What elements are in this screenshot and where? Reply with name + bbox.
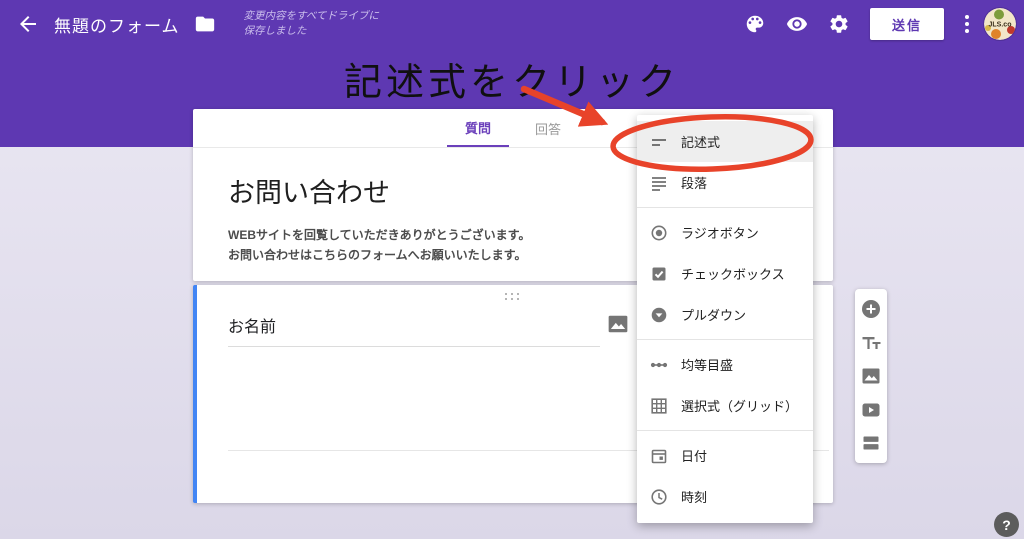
menu-item-checkbox[interactable]: チェックボックス (637, 253, 813, 294)
question-type-menu: 記述式 段落 ラジオボタン チェックボックス プルダウン 均等目盛 選択式（グリ… (637, 115, 813, 523)
grid-icon (651, 397, 667, 414)
floating-toolbar (855, 289, 887, 463)
checkbox-icon (652, 267, 666, 280)
menu-item-label: 選択式（グリッド） (681, 399, 799, 414)
menu-item-label: 時刻 (681, 490, 708, 505)
menu-item-short-answer[interactable]: 記述式 (637, 121, 813, 162)
question-title-input[interactable]: お名前 (228, 313, 600, 347)
add-video-icon[interactable] (861, 400, 881, 420)
svg-text:JLS.co: JLS.co (989, 22, 1012, 29)
form-title[interactable]: お問い合わせ (228, 171, 390, 210)
account-avatar[interactable]: JLS.co (984, 8, 1016, 40)
calendar-icon (651, 449, 667, 463)
paragraph-icon (652, 176, 666, 191)
help-button[interactable]: ? (994, 512, 1019, 537)
annotation-caption: 記述式をクリック (343, 62, 680, 104)
tab-answers[interactable]: 回答 (517, 109, 579, 147)
menu-item-radio[interactable]: ラジオボタン (637, 212, 813, 253)
preview-eye-icon[interactable] (786, 13, 808, 35)
menu-item-dropdown[interactable]: プルダウン (637, 294, 813, 335)
add-text-icon[interactable] (861, 333, 881, 353)
add-section-icon[interactable] (861, 433, 881, 453)
google-forms-editor: 無題のフォーム 変更内容をすべてドライブに 保存しました 送信 JLS.co 記… (0, 0, 1024, 539)
add-image-icon[interactable] (861, 366, 881, 386)
clock-icon (651, 488, 667, 505)
save-status: 変更内容をすべてドライブに 保存しました (244, 9, 379, 39)
menu-item-label: ラジオボタン (681, 226, 759, 241)
menu-item-label: 均等目盛 (681, 358, 734, 373)
form-description[interactable]: WEBサイトを回覧していただきありがとうございます。 お問い合わせはこちらのフォ… (228, 226, 530, 266)
linear-scale-icon (650, 362, 668, 367)
folder-icon[interactable] (194, 13, 216, 35)
save-status-line1: 変更内容をすべてドライブに (243, 9, 379, 22)
add-question-icon[interactable] (861, 299, 881, 319)
menu-item-label: 記述式 (681, 135, 721, 150)
menu-item-label: 日付 (681, 449, 708, 464)
form-title-header[interactable]: 無題のフォーム (54, 12, 180, 37)
palette-icon[interactable] (744, 13, 766, 35)
save-status-line2: 保存しました (243, 25, 307, 37)
menu-item-grid[interactable]: 選択式（グリッド） (637, 385, 813, 426)
dropdown-icon (651, 307, 667, 322)
menu-item-date[interactable]: 日付 (637, 435, 813, 476)
menu-divider (637, 339, 813, 340)
send-button[interactable]: 送信 (870, 8, 944, 40)
avatar-image: JLS.co (984, 8, 1016, 40)
back-arrow-icon[interactable] (16, 12, 40, 36)
menu-item-label: 段落 (681, 176, 708, 191)
app-bar: 無題のフォーム 変更内容をすべてドライブに 保存しました 送信 JLS.co (0, 0, 1024, 48)
menu-divider (637, 207, 813, 208)
more-options-icon[interactable] (962, 13, 972, 35)
menu-item-paragraph[interactable]: 段落 (637, 162, 813, 203)
menu-divider (637, 430, 813, 431)
menu-item-label: チェックボックス (681, 267, 785, 282)
drag-handle-icon[interactable] (505, 293, 519, 300)
short-answer-icon (652, 138, 666, 146)
tab-questions[interactable]: 質問 (447, 109, 509, 147)
menu-item-linear-scale[interactable]: 均等目盛 (637, 344, 813, 385)
form-description-line2: お問い合わせはこちらのフォームへお願いいたします。 (228, 247, 527, 262)
menu-item-time[interactable]: 時刻 (637, 476, 813, 517)
settings-gear-icon[interactable] (828, 13, 850, 35)
add-image-icon[interactable] (607, 313, 629, 335)
radio-icon (651, 225, 667, 240)
menu-item-label: プルダウン (681, 308, 747, 323)
form-description-line1: WEBサイトを回覧していただきありがとうございます。 (228, 228, 531, 242)
